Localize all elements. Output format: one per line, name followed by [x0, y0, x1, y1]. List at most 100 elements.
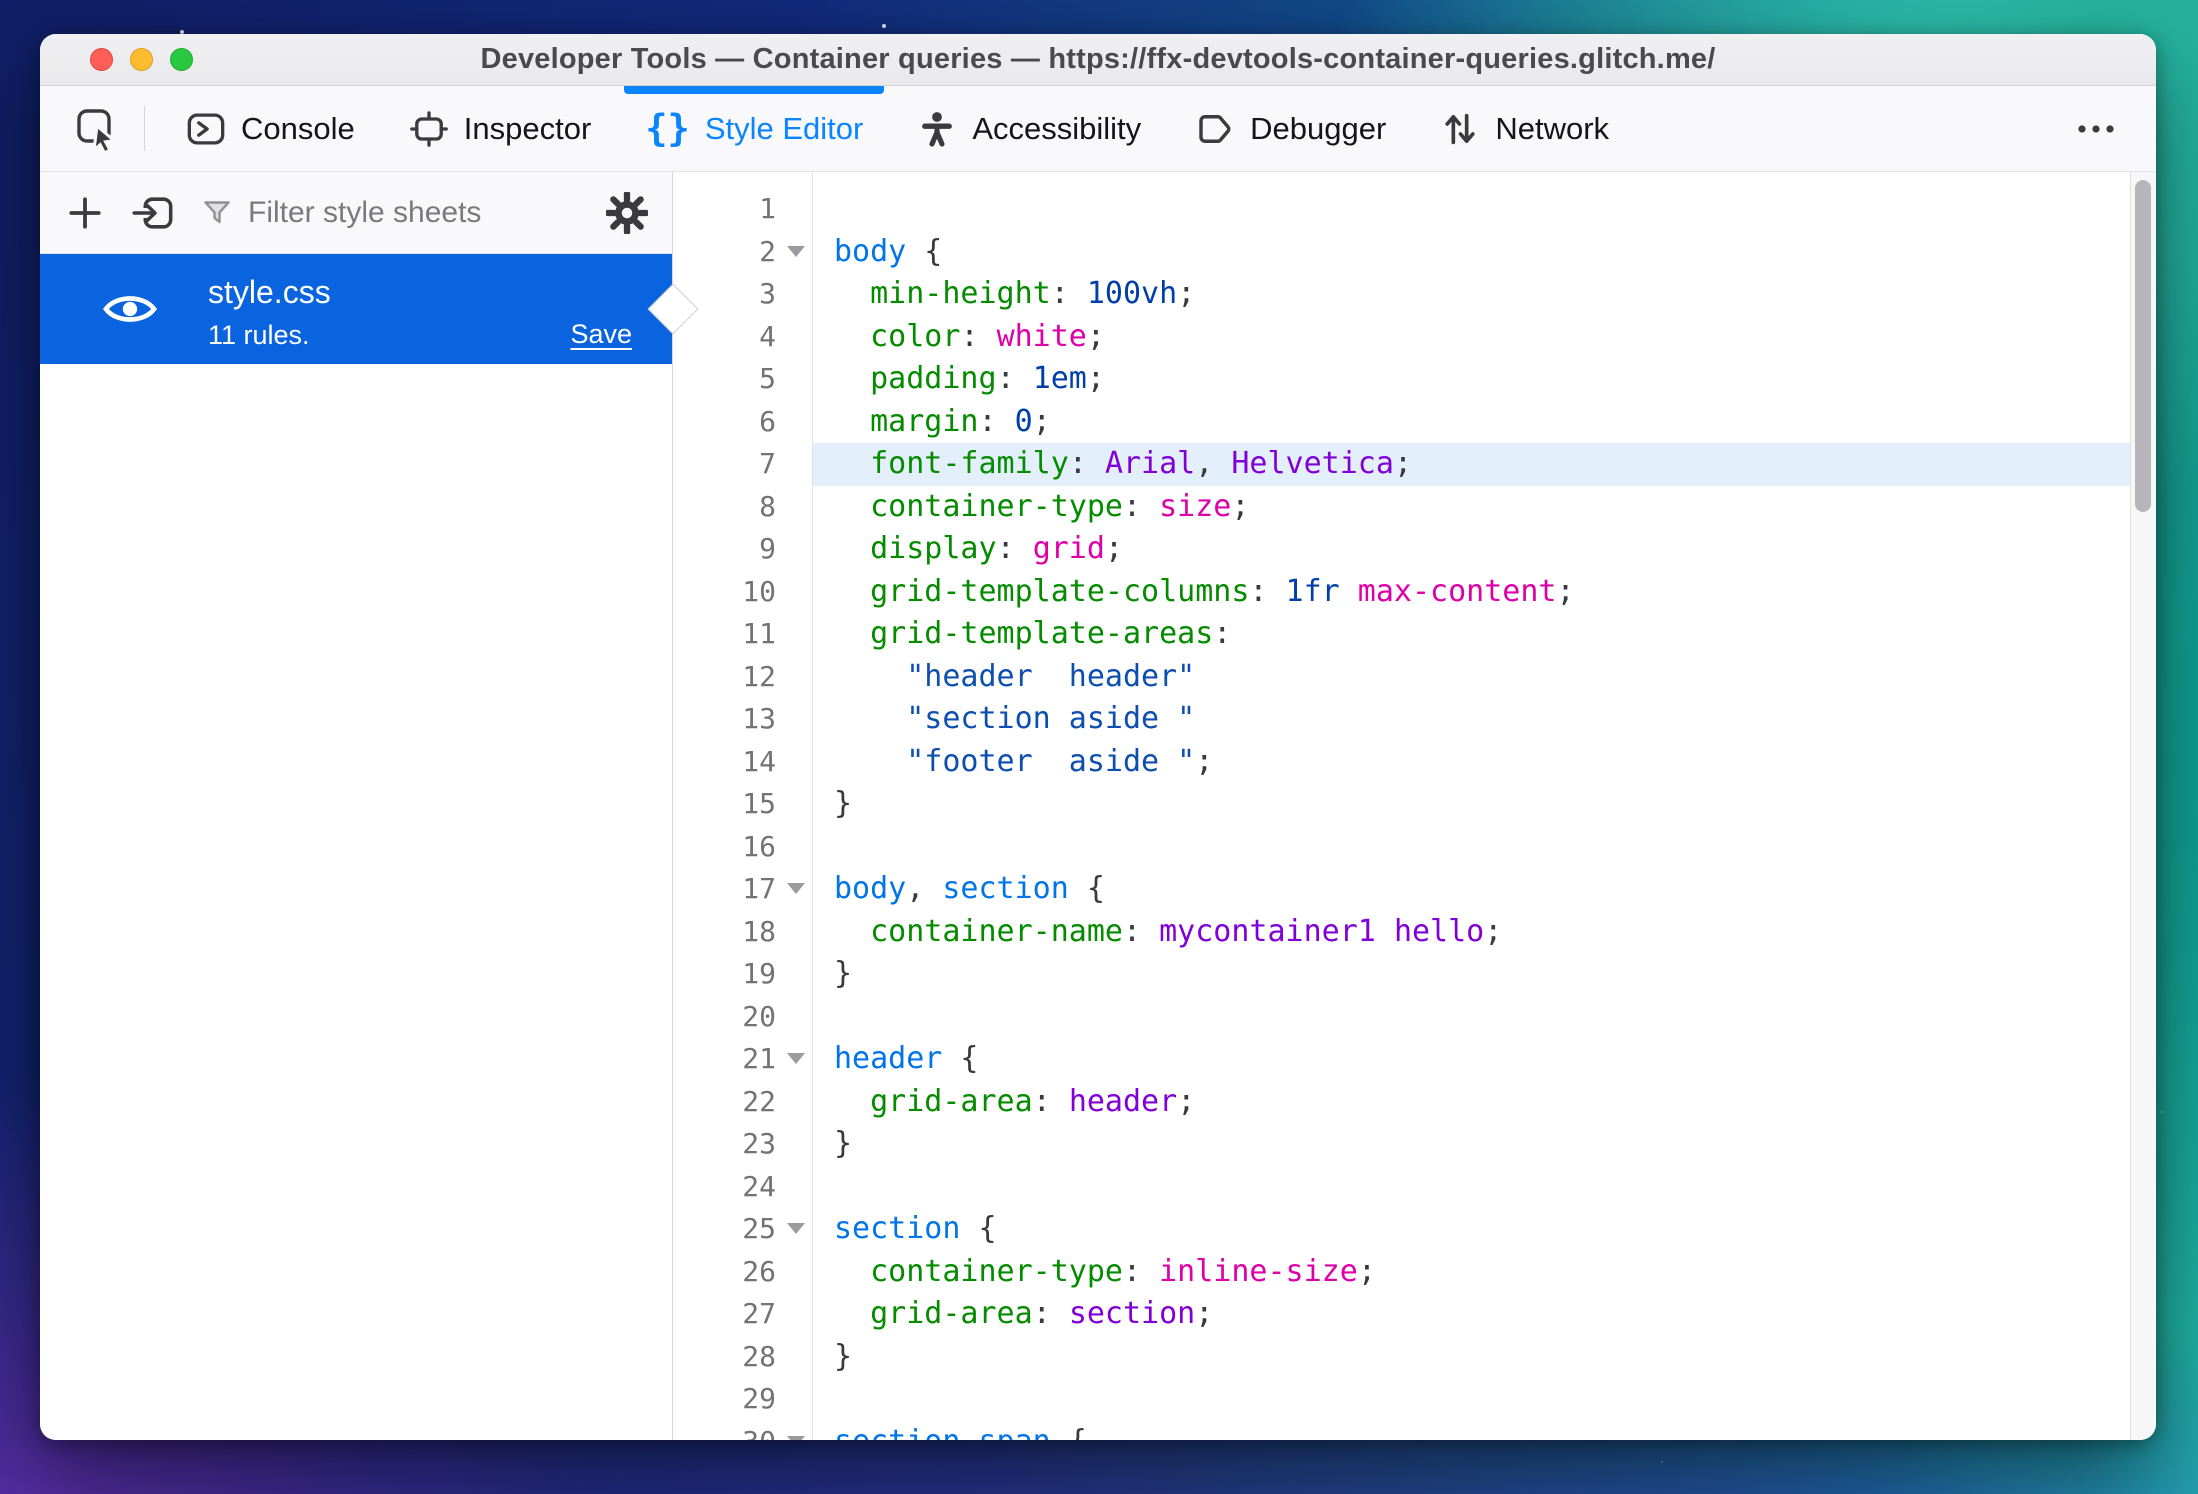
- line-number: 23: [742, 1127, 776, 1160]
- fold-arrow-icon[interactable]: [787, 1435, 805, 1440]
- save-link[interactable]: Save: [570, 319, 632, 350]
- fold-arrow-icon[interactable]: [787, 883, 805, 894]
- code-line[interactable]: 6 margin: 0;: [673, 401, 2130, 444]
- stylesheet-rule-count: 11 rules.: [208, 320, 310, 350]
- code-text[interactable]: [812, 1378, 2130, 1421]
- fold-arrow-icon[interactable]: [787, 1053, 805, 1064]
- code-line[interactable]: 4 color: white;: [673, 316, 2130, 359]
- fold-arrow-icon[interactable]: [787, 245, 805, 257]
- code-text[interactable]: display: grid;: [812, 528, 2130, 571]
- code-line[interactable]: 1: [673, 188, 2130, 231]
- scrollbar-thumb[interactable]: [2135, 180, 2151, 512]
- code-text[interactable]: grid-area: section;: [812, 1293, 2130, 1336]
- zoom-icon[interactable]: [170, 48, 193, 71]
- code-text[interactable]: container-type: size;: [812, 486, 2130, 529]
- code-text[interactable]: padding: 1em;: [812, 358, 2130, 401]
- code-line[interactable]: 2 body {: [673, 231, 2130, 274]
- tab-console[interactable]: Console: [159, 86, 382, 171]
- code-text[interactable]: container-name: mycontainer1 hello;: [812, 911, 2130, 954]
- code-text[interactable]: grid-area: header;: [812, 1081, 2130, 1124]
- minimize-icon[interactable]: [130, 48, 153, 71]
- code-text[interactable]: [812, 826, 2130, 869]
- code-text[interactable]: body, section {: [812, 868, 2130, 911]
- code-text[interactable]: [812, 1166, 2130, 1209]
- code-line[interactable]: 19}: [673, 953, 2130, 996]
- line-number: 14: [742, 744, 776, 778]
- code-text[interactable]: }: [812, 1123, 2130, 1166]
- code-line[interactable]: 30section span {: [673, 1421, 2130, 1441]
- eye-icon[interactable]: [102, 290, 158, 328]
- line-number: 1: [759, 192, 776, 225]
- line-number: 2: [673, 231, 812, 274]
- code-text[interactable]: [812, 996, 2130, 1039]
- code-text[interactable]: grid-template-columns: 1fr max-content;: [812, 571, 2130, 614]
- code-line[interactable]: 22 grid-area: header;: [673, 1081, 2130, 1124]
- tab-debugger[interactable]: Debugger: [1168, 86, 1413, 171]
- import-stylesheet-button[interactable]: [132, 193, 174, 233]
- code-line[interactable]: 24: [673, 1166, 2130, 1209]
- code-line[interactable]: 8 container-type: size;: [673, 486, 2130, 529]
- code-line[interactable]: 26 container-type: inline-size;: [673, 1251, 2130, 1294]
- code-text[interactable]: "footer aside ";: [812, 741, 2130, 784]
- close-icon[interactable]: [90, 48, 113, 71]
- gear-icon[interactable]: [606, 191, 648, 234]
- code-line[interactable]: 7 font-family: Arial, Helvetica;: [673, 443, 2130, 486]
- code-text[interactable]: }: [812, 783, 2130, 826]
- code-line[interactable]: 25 section {: [673, 1208, 2130, 1251]
- code-text[interactable]: margin: 0;: [812, 401, 2130, 444]
- code-text[interactable]: color: white;: [812, 316, 2130, 359]
- code-text[interactable]: section span {: [812, 1421, 2130, 1441]
- code-line[interactable]: 23}: [673, 1123, 2130, 1166]
- code-line[interactable]: 28}: [673, 1336, 2130, 1379]
- code-line[interactable]: 9 display: grid;: [673, 528, 2130, 571]
- code-line[interactable]: 18 container-name: mycontainer1 hello;: [673, 911, 2130, 954]
- line-number: 27: [742, 1297, 776, 1330]
- code-text[interactable]: section {: [812, 1208, 2130, 1251]
- code-line[interactable]: 13 "section aside ": [673, 698, 2130, 741]
- stylesheet-item-selected[interactable]: style.css 11 rules. Save: [40, 254, 699, 364]
- filter-style-sheets-input[interactable]: [248, 195, 578, 230]
- tab-inspector[interactable]: Inspector: [382, 86, 619, 171]
- code-line[interactable]: 3 min-height: 100vh;: [673, 273, 2130, 316]
- tab-style-editor[interactable]: {} Style Editor: [618, 86, 890, 171]
- line-number: 30: [673, 1421, 812, 1440]
- tab-network[interactable]: Network: [1413, 86, 1636, 171]
- pick-element-button[interactable]: [64, 86, 130, 171]
- code-text[interactable]: }: [812, 1336, 2130, 1379]
- line-number: 13: [742, 702, 776, 735]
- code-text[interactable]: }: [812, 953, 2130, 996]
- code-text[interactable]: header {: [812, 1038, 2130, 1081]
- editor-scrollbar[interactable]: [2130, 172, 2156, 1440]
- code-text[interactable]: "section aside ": [812, 698, 2130, 741]
- code-line[interactable]: 27 grid-area: section;: [673, 1293, 2130, 1336]
- code-line[interactable]: 10 grid-template-columns: 1fr max-conten…: [673, 571, 2130, 614]
- code-text[interactable]: min-height: 100vh;: [812, 273, 2130, 316]
- new-stylesheet-button[interactable]: [66, 194, 104, 232]
- code-text[interactable]: [812, 188, 2130, 231]
- css-source-editor[interactable]: 1 2 body {3 min-height: 100vh; 4 color: whi…: [673, 172, 2156, 1440]
- code-line[interactable]: 29: [673, 1378, 2130, 1421]
- line-number: 20: [742, 999, 776, 1033]
- code-line[interactable]: 15}: [673, 783, 2130, 826]
- code-line[interactable]: 16: [673, 826, 2130, 869]
- code-text-highlighted[interactable]: font-family: Arial, Helvetica;: [812, 443, 2130, 486]
- code-line[interactable]: 11 grid-template-areas:: [673, 613, 2130, 656]
- code-line[interactable]: 14 "footer aside ";: [673, 741, 2130, 784]
- line-number: 8: [759, 489, 776, 523]
- code-line[interactable]: 5 padding: 1em;: [673, 358, 2130, 401]
- code-line[interactable]: 17 body, section {: [673, 868, 2130, 911]
- code-text[interactable]: body {: [812, 231, 2130, 274]
- line-number: 29: [742, 1382, 776, 1415]
- fold-arrow-icon[interactable]: [787, 1223, 805, 1234]
- code-text[interactable]: "header header": [812, 656, 2130, 699]
- line-number: 10: [742, 574, 776, 608]
- line-number: 12: [742, 659, 776, 693]
- code-text[interactable]: container-type: inline-size;: [812, 1251, 2130, 1294]
- tab-label: Accessibility: [972, 110, 1142, 146]
- code-line[interactable]: 12 "header header": [673, 656, 2130, 699]
- code-line[interactable]: 21 header {: [673, 1038, 2130, 1081]
- code-text[interactable]: grid-template-areas:: [812, 613, 2130, 656]
- more-tools-button[interactable]: [2064, 86, 2128, 171]
- tab-accessibility[interactable]: Accessibility: [890, 86, 1168, 171]
- code-line[interactable]: 20: [673, 996, 2130, 1039]
